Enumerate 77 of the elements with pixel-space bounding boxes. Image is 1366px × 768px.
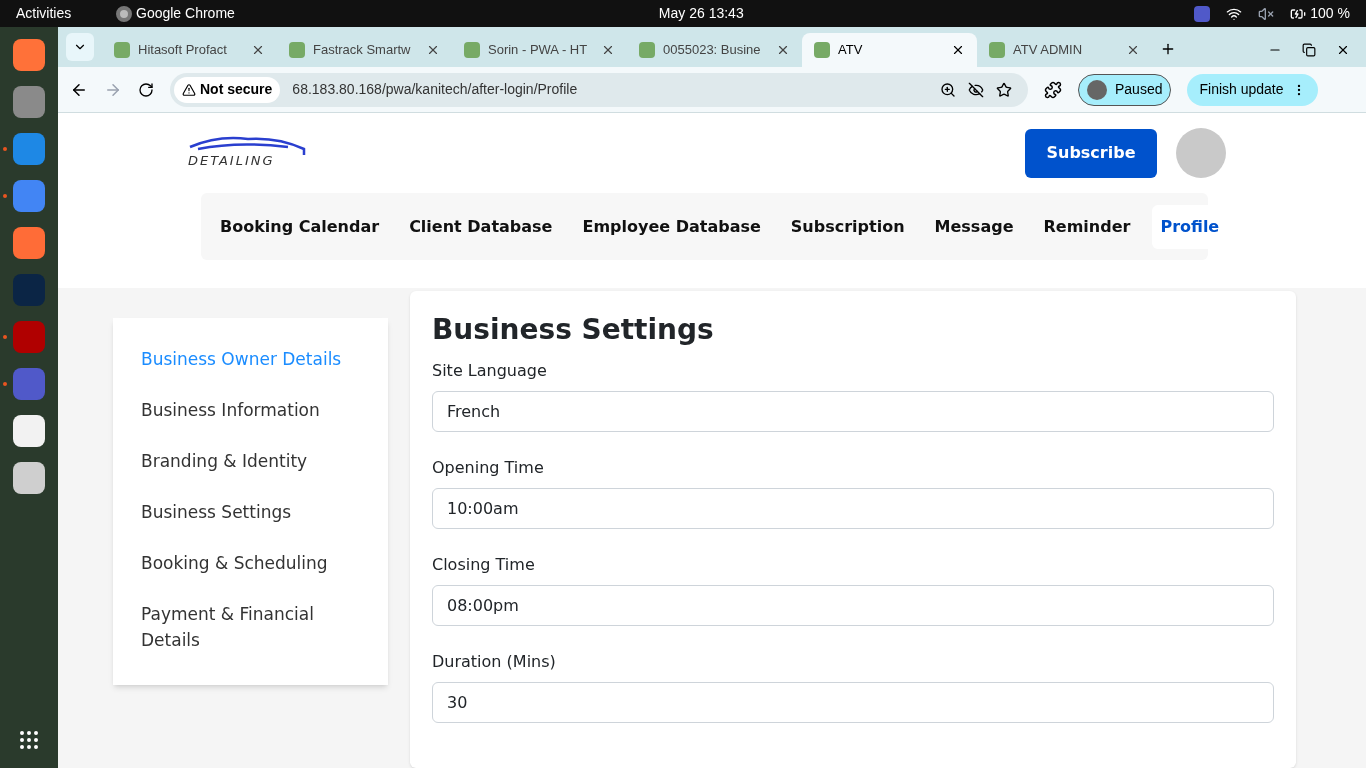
browser-tab[interactable]: ATV bbox=[802, 33, 977, 67]
app-launcher-icon bbox=[13, 227, 45, 259]
app-launcher-icon bbox=[13, 462, 45, 494]
close-window-icon[interactable] bbox=[1336, 43, 1350, 57]
field-label: Duration (Mins) bbox=[432, 651, 557, 673]
finish-update-button[interactable]: Finish update bbox=[1187, 73, 1318, 106]
close-icon[interactable] bbox=[251, 43, 265, 57]
nav-link[interactable]: Message bbox=[926, 204, 1022, 249]
security-chip[interactable]: Not secure bbox=[174, 76, 281, 103]
eye-off-icon[interactable] bbox=[968, 81, 984, 98]
battery-level: 100 % bbox=[1310, 4, 1350, 23]
tab-title: 0055023: Busine bbox=[663, 41, 762, 60]
reload-icon[interactable] bbox=[138, 81, 154, 98]
close-icon[interactable] bbox=[776, 43, 790, 57]
tab-title: Fastrack Smartw bbox=[313, 41, 412, 60]
browser-tab[interactable]: Fastrack Smartw bbox=[277, 33, 452, 67]
close-icon[interactable] bbox=[601, 43, 615, 57]
favicon-icon bbox=[639, 42, 655, 58]
address-bar[interactable]: Not secure 68.183.80.168/pwa/kanitech/after-login/Profile bbox=[170, 72, 1028, 107]
app-launcher-icon bbox=[13, 86, 45, 118]
favicon-icon bbox=[989, 42, 1005, 58]
favicon-icon bbox=[814, 42, 830, 58]
tab-title: ATV ADMIN bbox=[1013, 41, 1084, 60]
nav-link[interactable]: Employee Database bbox=[574, 204, 769, 249]
browser-tab[interactable]: ATV ADMIN bbox=[977, 33, 1152, 67]
input-field[interactable]: 30 bbox=[432, 682, 1274, 723]
app-launcher-icon bbox=[13, 368, 45, 400]
car-logo-icon bbox=[188, 135, 306, 156]
muted-volume-icon bbox=[1258, 5, 1275, 22]
favicon-icon bbox=[114, 42, 130, 58]
app-launcher-icon bbox=[13, 274, 45, 306]
field-label: Closing Time bbox=[432, 554, 536, 576]
field-label: Opening Time bbox=[432, 457, 545, 479]
new-tab-icon[interactable] bbox=[1160, 41, 1176, 57]
section-title: Business Settings bbox=[432, 313, 715, 347]
close-icon[interactable] bbox=[951, 43, 965, 57]
browser-tab[interactable]: 0055023: Busine bbox=[627, 33, 802, 67]
url-text: 68.183.80.168/pwa/kanitech/after-login/Profile bbox=[292, 80, 578, 99]
activities-button[interactable]: Activities bbox=[16, 3, 116, 24]
bookmark-icon[interactable] bbox=[996, 81, 1012, 98]
app-menu[interactable]: Google Chrome bbox=[116, 3, 235, 24]
favicon-icon bbox=[289, 42, 305, 58]
app-launcher-icon bbox=[13, 180, 45, 212]
app-grid-icon[interactable] bbox=[17, 728, 41, 752]
sidebar-link[interactable]: Branding & Identity bbox=[141, 448, 360, 474]
input-field[interactable]: French bbox=[432, 391, 1274, 432]
nav-link[interactable]: Subscription bbox=[782, 204, 913, 249]
extensions-icon[interactable] bbox=[1044, 80, 1062, 99]
close-icon[interactable] bbox=[426, 43, 440, 57]
site-logo[interactable]: DETAILING bbox=[188, 135, 308, 171]
app-launcher-icon bbox=[13, 133, 45, 165]
tab-title: Sorin - PWA - HT bbox=[488, 41, 589, 60]
restore-icon[interactable] bbox=[1302, 43, 1316, 57]
subscribe-button[interactable]: Subscribe bbox=[1025, 128, 1157, 178]
close-icon[interactable] bbox=[1126, 43, 1140, 57]
browser-tab[interactable]: Hitasoft Profact bbox=[102, 33, 277, 67]
app-launcher-icon bbox=[13, 415, 45, 447]
profile-button[interactable]: Paused bbox=[1078, 73, 1172, 106]
nav-link[interactable]: Client Database bbox=[401, 204, 561, 249]
tab-title: ATV bbox=[838, 41, 864, 60]
sidebar-link[interactable]: Business Settings bbox=[141, 499, 360, 525]
app-launcher-icon bbox=[13, 321, 45, 353]
zoom-icon[interactable] bbox=[940, 81, 956, 98]
warning-icon bbox=[182, 82, 196, 97]
favicon-icon bbox=[464, 42, 480, 58]
clock[interactable]: May 26 13:43 bbox=[658, 3, 744, 24]
tab-title: Hitasoft Profact bbox=[138, 41, 228, 60]
sidebar-link[interactable]: Business Information bbox=[141, 397, 360, 423]
input-field[interactable]: 08:00pm bbox=[432, 585, 1274, 626]
nav-link[interactable]: Booking Calendar bbox=[212, 204, 388, 249]
input-field[interactable]: 10:00am bbox=[432, 488, 1274, 529]
sidebar-link[interactable]: Booking & Scheduling bbox=[141, 550, 360, 576]
browser-tab[interactable]: Sorin - PWA - HT bbox=[452, 33, 627, 67]
app-launcher-icon bbox=[13, 39, 45, 71]
nav-link[interactable]: Reminder bbox=[1035, 204, 1139, 249]
sidebar-link[interactable]: Payment & Financial Details bbox=[141, 601, 360, 653]
field-label: Site Language bbox=[432, 360, 548, 382]
